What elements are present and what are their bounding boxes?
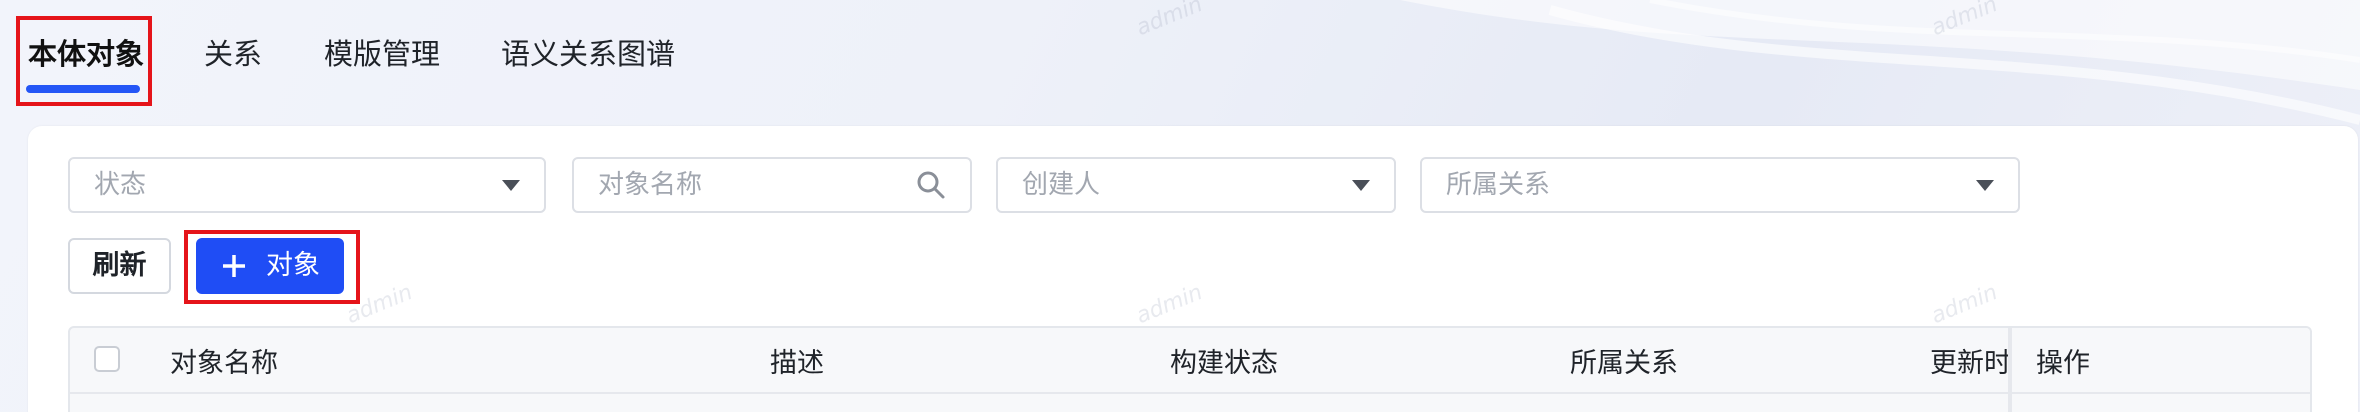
tab-relations[interactable]: 关系 <box>204 30 262 78</box>
creator-select[interactable]: 创建人 <box>996 157 1396 213</box>
table-header-border <box>70 392 2310 394</box>
chevron-down-icon <box>1976 180 1994 191</box>
relation-select[interactable]: 所属关系 <box>1420 157 2020 213</box>
tab-semantic-graph[interactable]: 语义关系图谱 <box>501 30 675 78</box>
chevron-down-icon <box>502 180 520 191</box>
column-header-build-status[interactable]: 构建状态 <box>1170 344 1278 384</box>
select-all-checkbox[interactable] <box>94 346 120 372</box>
status-select[interactable]: 状态 <box>68 157 546 213</box>
tab-bar: 本体对象 关系 模版管理 语义关系图谱 <box>0 0 2360 126</box>
chevron-down-icon <box>1352 180 1370 191</box>
add-object-button[interactable]: 对象 <box>196 238 344 294</box>
object-name-placeholder: 对象名称 <box>598 170 703 200</box>
tab-ontology-objects[interactable]: 本体对象 <box>28 30 144 78</box>
fixed-column-divider <box>2008 328 2012 412</box>
column-header-description[interactable]: 描述 <box>770 344 824 384</box>
column-header-object-name[interactable]: 对象名称 <box>170 344 278 384</box>
refresh-button[interactable]: 刷新 <box>68 238 171 294</box>
status-placeholder: 状态 <box>94 170 147 200</box>
plus-icon <box>223 255 245 277</box>
column-header-operations: 操作 <box>2036 348 2090 379</box>
operations-header-cell: 操作 <box>2012 328 2310 412</box>
search-icon[interactable] <box>916 170 946 200</box>
creator-placeholder: 创建人 <box>1022 170 1101 200</box>
object-name-search-input[interactable]: 对象名称 <box>572 157 972 213</box>
relation-placeholder: 所属关系 <box>1446 170 1551 200</box>
add-object-label: 对象 <box>266 250 320 281</box>
tab-template-management[interactable]: 模版管理 <box>324 30 440 78</box>
active-tab-indicator <box>26 85 140 93</box>
objects-table: 对象名称 描述 构建状态 所属关系 更新时 操作 <box>68 326 2312 412</box>
column-header-relation[interactable]: 所属关系 <box>1570 344 1678 384</box>
column-header-updated-time[interactable]: 更新时 <box>1930 344 2011 384</box>
